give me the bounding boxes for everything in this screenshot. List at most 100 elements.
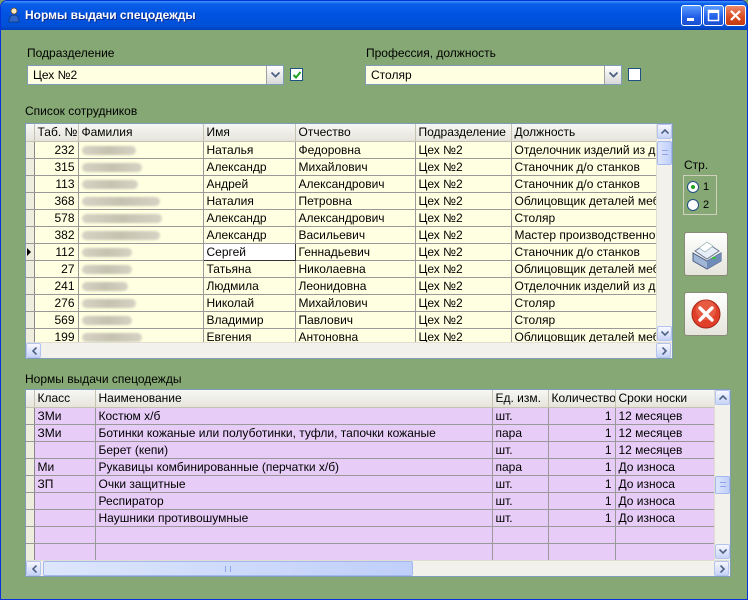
scroll-up-button[interactable] <box>657 124 672 139</box>
cell-item-name[interactable] <box>95 543 493 561</box>
cell-middle-name[interactable]: Васильевич <box>295 226 416 244</box>
cell-item-name[interactable]: Ботинки кожаные или полуботинки, туфли, … <box>95 424 493 442</box>
title-bar[interactable]: Нормы выдачи спецодежды <box>1 1 747 30</box>
scroll-right-button[interactable] <box>656 343 671 358</box>
cell-position[interactable]: Столяр <box>511 311 659 329</box>
row-indicator[interactable] <box>26 441 35 459</box>
maximize-button[interactable] <box>703 5 724 26</box>
cell-wear-term[interactable]: 12 месяцев <box>615 441 717 459</box>
norm-row[interactable] <box>26 526 717 544</box>
column-header-last-name[interactable]: Фамилия <box>78 124 204 142</box>
cell-tab-number[interactable]: 113 <box>34 175 79 193</box>
cell-quantity[interactable]: 1 <box>548 407 616 425</box>
cell-item-name[interactable]: Очки защитные <box>95 475 493 493</box>
norms-grid[interactable]: Класс Наименование Ед. изм. Количество С… <box>25 389 731 577</box>
profession-checkbox[interactable] <box>628 68 641 81</box>
cell-position[interactable]: Отделочник изделий из д <box>511 141 659 159</box>
cell-quantity[interactable]: 1 <box>548 441 616 459</box>
profession-dropdown-button[interactable] <box>604 66 621 84</box>
cell-middle-name[interactable]: Федоровна <box>295 141 416 159</box>
cell-last-name[interactable] <box>78 226 204 244</box>
cell-quantity[interactable] <box>548 526 616 544</box>
cell-tab-number[interactable]: 276 <box>34 294 79 312</box>
cell-department[interactable]: Цех №2 <box>415 175 512 193</box>
cell-unit[interactable]: пара <box>492 424 549 442</box>
cell-middle-name[interactable]: Михайлович <box>295 294 416 312</box>
cell-last-name[interactable] <box>78 294 204 312</box>
cell-wear-term[interactable]: 12 месяцев <box>615 424 717 442</box>
page-radio-1[interactable]: 1 <box>687 181 717 195</box>
cell-tab-number[interactable]: 368 <box>34 192 79 210</box>
cell-tab-number[interactable]: 569 <box>34 311 79 329</box>
minimize-button[interactable] <box>681 5 702 26</box>
cell-unit[interactable]: шт. <box>492 407 549 425</box>
cell-position[interactable]: Станочник д/о станков <box>511 175 659 193</box>
cell-item-name[interactable] <box>95 526 493 544</box>
cell-item-name[interactable]: Рукавицы комбинированные (перчатки х/б) <box>95 458 493 476</box>
scroll-left-button[interactable] <box>26 561 41 576</box>
norm-row[interactable]: ЗМи Ботинки кожаные или полуботинки, туфл… <box>26 424 717 442</box>
cell-last-name[interactable] <box>78 175 204 193</box>
cell-wear-term[interactable]: До износа <box>615 475 717 493</box>
column-header-wear-term[interactable]: Сроки носки <box>615 390 717 408</box>
cell-first-name[interactable]: Наталия <box>203 192 296 210</box>
row-indicator[interactable] <box>26 526 35 544</box>
close-window-button[interactable] <box>725 5 746 26</box>
column-header-name[interactable]: Наименование <box>95 390 493 408</box>
cell-department[interactable]: Цех №2 <box>415 226 512 244</box>
cell-item-name[interactable]: Костюм х/б <box>95 407 493 425</box>
cell-first-name[interactable]: Николай <box>203 294 296 312</box>
cell-class[interactable] <box>34 441 96 459</box>
cell-tab-number[interactable]: 232 <box>34 141 79 159</box>
employees-vertical-scrollbar[interactable] <box>656 124 672 342</box>
cell-middle-name[interactable]: Михайлович <box>295 158 416 176</box>
cell-first-name[interactable]: Владимир <box>203 311 296 329</box>
scroll-right-button[interactable] <box>714 561 729 576</box>
cell-last-name[interactable] <box>78 243 204 261</box>
cell-position[interactable]: Станочник д/о станков <box>511 243 659 261</box>
row-indicator[interactable] <box>26 492 35 510</box>
cell-last-name[interactable] <box>78 158 204 176</box>
cell-quantity[interactable]: 1 <box>548 475 616 493</box>
cell-unit[interactable]: шт. <box>492 441 549 459</box>
row-indicator[interactable] <box>26 294 35 312</box>
cell-department[interactable]: Цех №2 <box>415 209 512 227</box>
cell-item-name[interactable]: Берет (кепи) <box>95 441 493 459</box>
cell-last-name[interactable] <box>78 209 204 227</box>
column-header-quantity[interactable]: Количество <box>548 390 616 408</box>
norm-row[interactable]: Берет (кепи) шт. 1 12 месяцев <box>26 441 717 459</box>
row-indicator[interactable] <box>26 175 35 193</box>
cell-position[interactable]: Станочник д/о станков <box>511 158 659 176</box>
cell-first-name[interactable]: Сергей <box>202 242 296 261</box>
cell-first-name[interactable]: Татьяна <box>203 260 296 278</box>
cell-unit[interactable]: шт. <box>492 492 549 510</box>
cell-class[interactable]: Ми <box>34 458 96 476</box>
page-radio-2[interactable]: 2 <box>687 199 717 213</box>
employee-row[interactable]: 382 Александр Васильевич Цех №2 Мастер произ… <box>26 226 659 244</box>
cell-unit[interactable] <box>492 526 549 544</box>
cell-first-name[interactable]: Андрей <box>203 175 296 193</box>
cell-unit[interactable]: шт. <box>492 509 549 527</box>
cell-quantity[interactable]: 1 <box>548 458 616 476</box>
cell-class[interactable]: ЗП <box>34 475 96 493</box>
cell-quantity[interactable]: 1 <box>548 424 616 442</box>
cell-department[interactable]: Цех №2 <box>415 192 512 210</box>
row-indicator[interactable] <box>26 192 35 210</box>
cell-department[interactable]: Цех №2 <box>415 277 512 295</box>
cell-class[interactable] <box>34 492 96 510</box>
cell-middle-name[interactable]: Геннадьевич <box>295 243 416 261</box>
employee-row[interactable]: 569 Владимир Павлович Цех №2 Столяр <box>26 311 659 329</box>
cell-wear-term[interactable]: До износа <box>615 492 717 510</box>
cell-department[interactable]: Цех №2 <box>415 311 512 329</box>
cell-middle-name[interactable]: Александрович <box>295 209 416 227</box>
employee-row[interactable]: 112 Сергей Геннадьевич Цех №2 Станочник д/о … <box>26 242 659 261</box>
cell-wear-term[interactable] <box>615 526 717 544</box>
employees-horizontal-scrollbar[interactable] <box>26 342 672 358</box>
cell-item-name[interactable]: Наушники противошумные <box>95 509 493 527</box>
norm-row[interactable]: Ми Рукавицы комбинированные (перчатки х/б… <box>26 458 717 476</box>
row-indicator[interactable] <box>26 158 35 176</box>
row-indicator[interactable] <box>26 475 35 493</box>
cell-middle-name[interactable]: Павлович <box>295 311 416 329</box>
scroll-thumb[interactable] <box>657 141 672 165</box>
cell-first-name[interactable]: Александр <box>203 226 296 244</box>
